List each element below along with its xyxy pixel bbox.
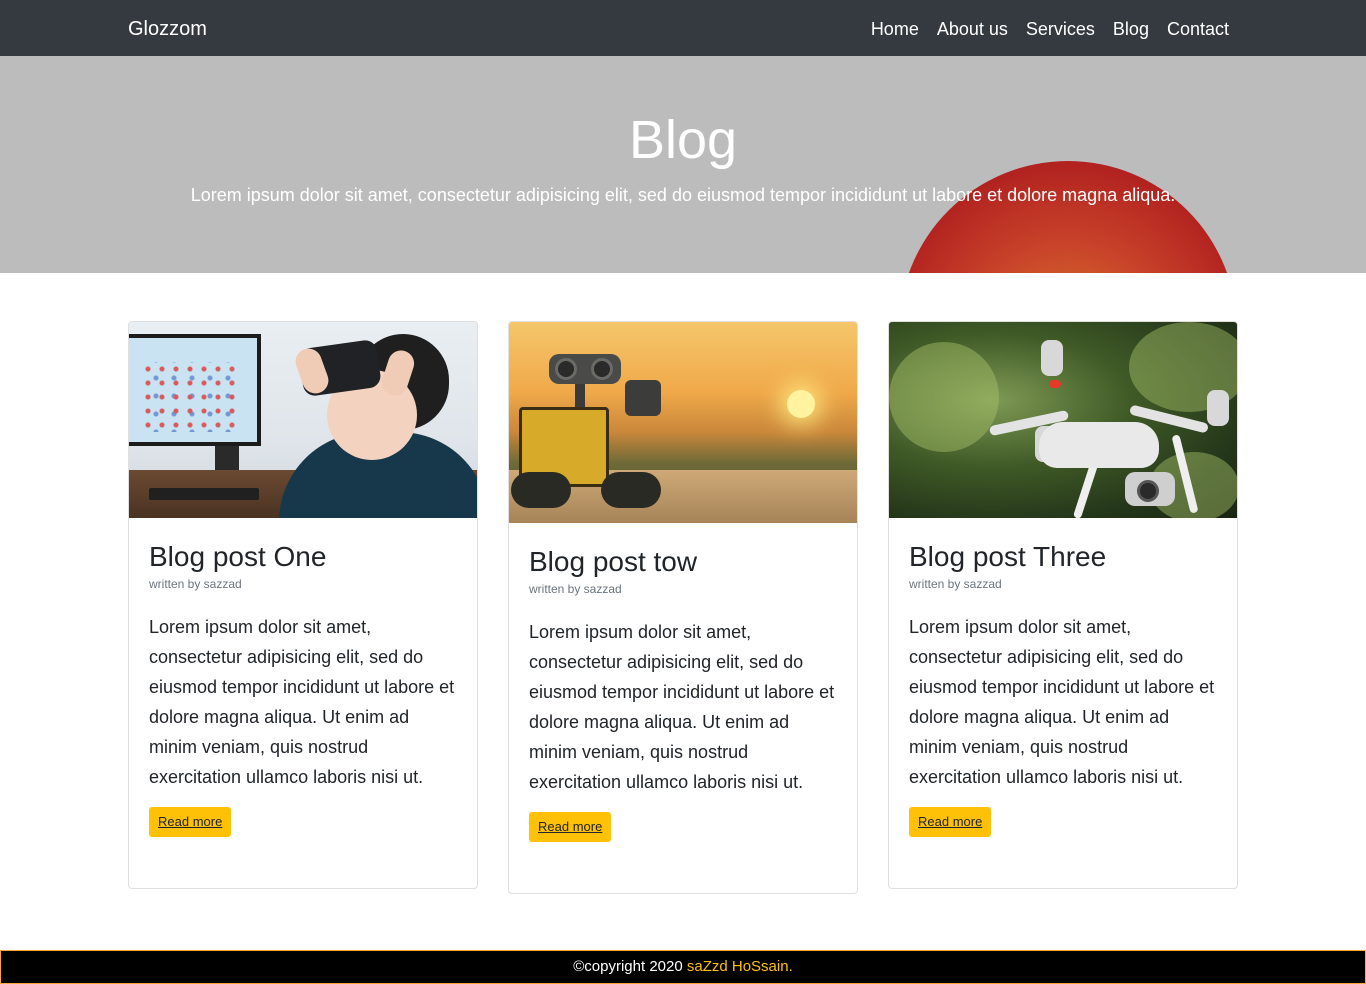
footer-text: ©copyright 2020 saZzd HoSsain. — [1, 951, 1365, 983]
card-author: written by sazzad — [529, 582, 622, 596]
nav-link-services[interactable]: Services — [1026, 17, 1095, 41]
blog-image-drone — [889, 322, 1237, 518]
footer: ©copyright 2020 saZzd HoSsain. — [0, 950, 1366, 984]
card-text: Lorem ipsum dolor sit amet, consectetur … — [529, 622, 835, 792]
navbar: Glozzom Home About us Services Blog Cont… — [0, 0, 1366, 56]
card-author: written by sazzad — [909, 577, 1002, 591]
card-body: Blog post Three written by sazzad Lorem … — [889, 518, 1237, 857]
card-text: Lorem ipsum dolor sit amet, consectetur … — [909, 617, 1215, 787]
card-body: Blog post tow written by sazzad Lorem ip… — [509, 523, 857, 862]
nav-link-blog[interactable]: Blog — [1113, 17, 1149, 41]
copyright-text: ©copyright 2020 — [573, 958, 683, 975]
card-title[interactable]: Blog post Three — [909, 540, 1217, 574]
card-author: written by sazzad — [149, 577, 242, 591]
blog-image-robot — [509, 322, 857, 523]
page-title: Blog — [628, 110, 738, 170]
blog-card-three: Blog post Three written by sazzad Lorem … — [888, 321, 1238, 889]
read-more-button[interactable]: Read more — [909, 807, 992, 837]
brand-logo[interactable]: Glozzom — [128, 17, 207, 41]
nav-link-home[interactable]: Home — [871, 17, 919, 41]
card-text: Lorem ipsum dolor sit amet, consectetur … — [149, 617, 455, 787]
blog-card-two: Blog post tow written by sazzad Lorem ip… — [508, 321, 858, 894]
card-title[interactable]: Blog post One — [149, 540, 457, 574]
blog-card-one: Blog post One written by sazzad Lorem ip… — [128, 321, 478, 889]
blog-image-vr — [129, 322, 477, 518]
hero-subtitle: Lorem ipsum dolor sit amet, consectetur … — [190, 185, 1176, 205]
nav-link-contact[interactable]: Contact — [1167, 17, 1229, 41]
hero-sun-graphic — [899, 161, 1237, 273]
card-title[interactable]: Blog post tow — [529, 545, 837, 579]
hero-banner: Blog Lorem ipsum dolor sit amet, consect… — [0, 56, 1366, 273]
read-more-button[interactable]: Read more — [149, 807, 232, 837]
read-more-button[interactable]: Read more — [529, 812, 612, 842]
footer-author: saZzd HoSsain. — [686, 958, 793, 975]
nav-link-about[interactable]: About us — [937, 17, 1008, 41]
nav-links: Home About us Services Blog Contact — [871, 17, 1229, 41]
card-body: Blog post One written by sazzad Lorem ip… — [129, 518, 477, 857]
